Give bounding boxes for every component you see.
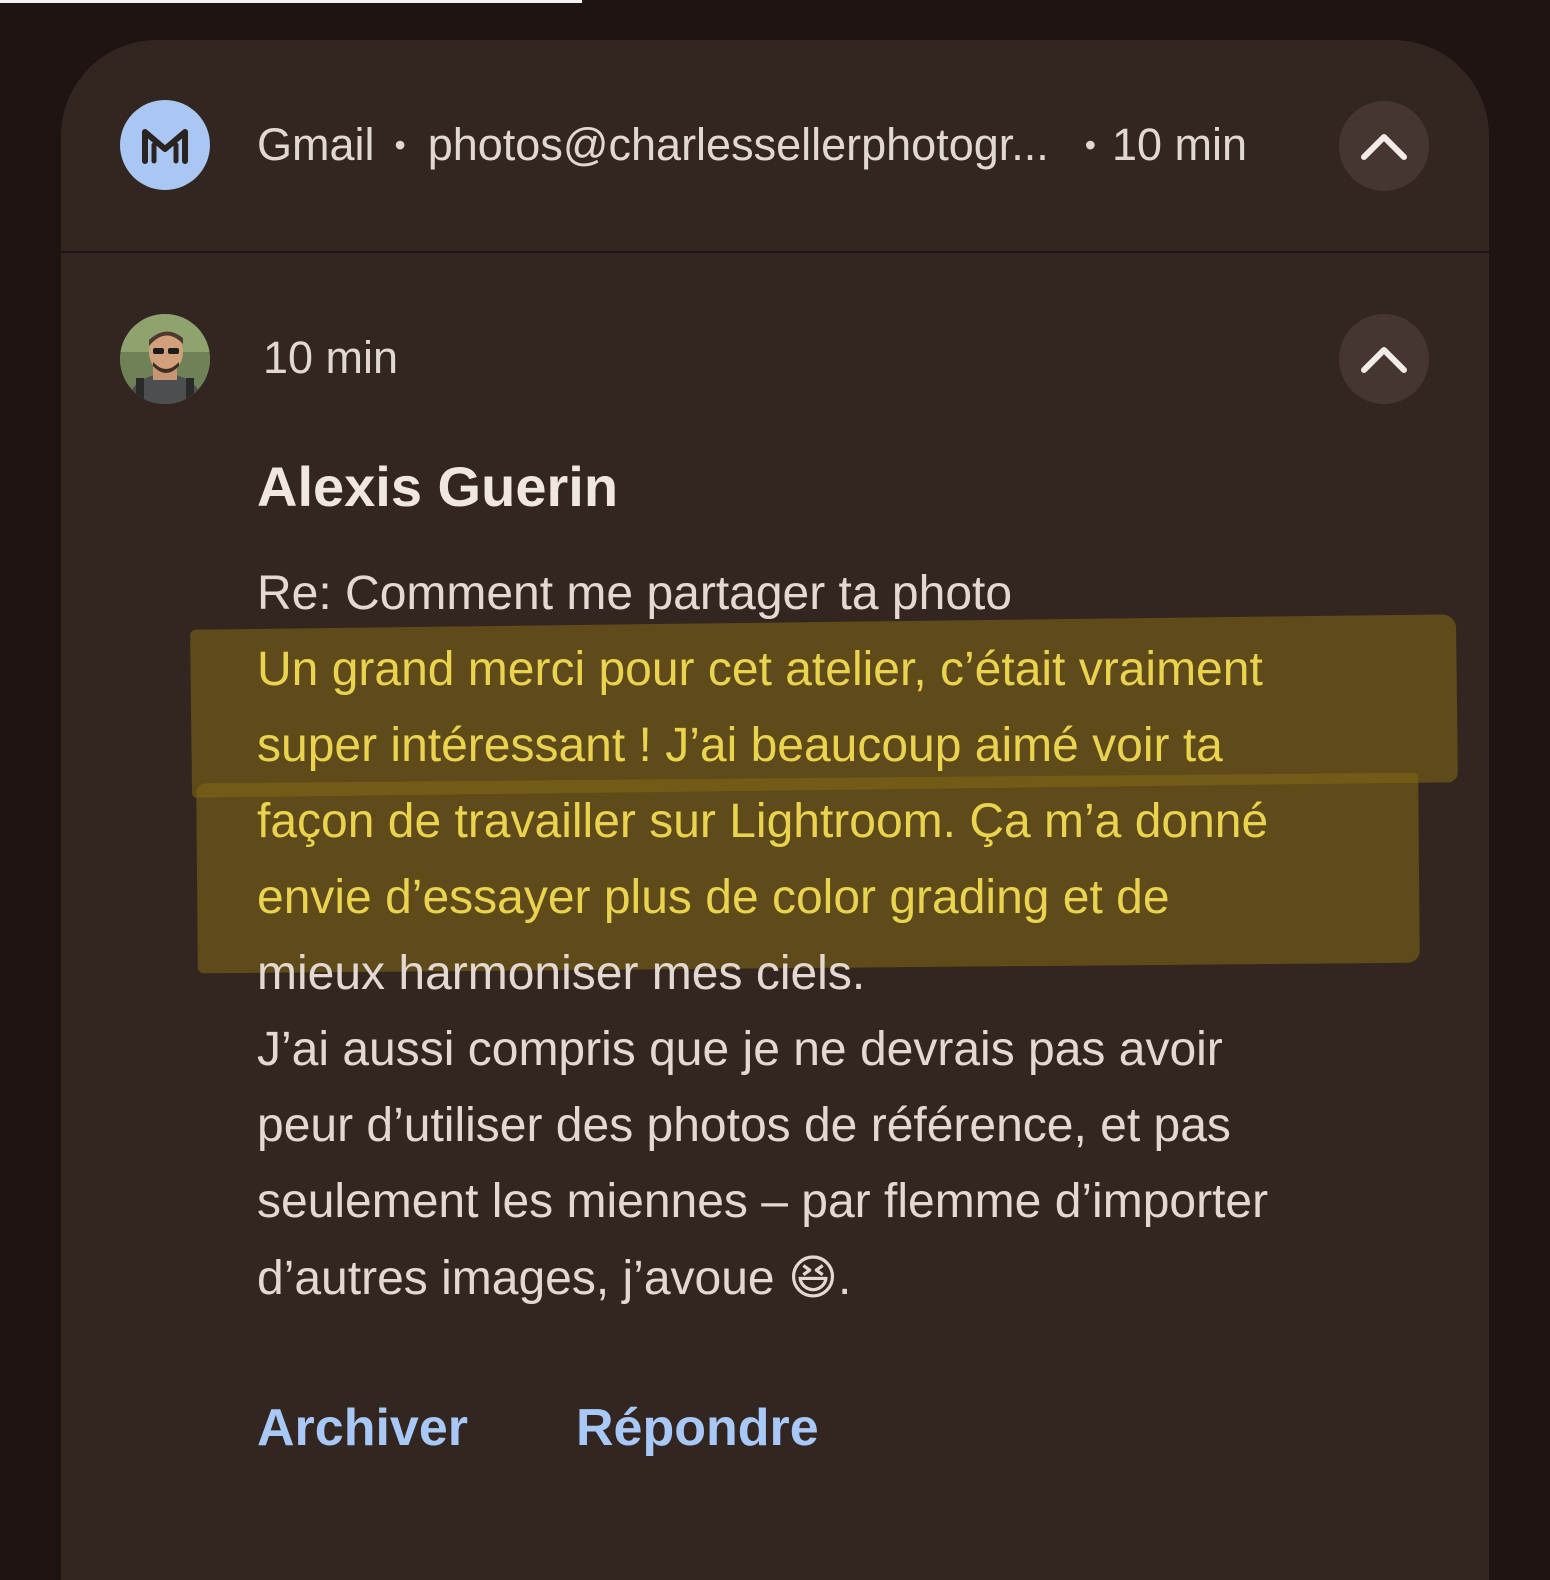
notification-card[interactable]: Gmail • photos@charlessellerphotogr... •…: [61, 40, 1489, 1580]
body-line: J’ai aussi compris que je ne devrais pas…: [257, 1023, 1223, 1076]
reply-button[interactable]: Répondre: [576, 1396, 819, 1460]
separator-dot: •: [394, 127, 406, 163]
separator-dot: •: [1084, 127, 1096, 163]
highlighted-line: Un grand merci pour cet atelier, c’était…: [257, 643, 1263, 696]
sender-name: Alexis Guerin: [257, 455, 619, 518]
laughing-emoji-icon: 😆: [787, 1250, 839, 1306]
message-body: Re: Comment me partager ta photo Un gran…: [257, 556, 1447, 1317]
highlighted-line: façon de travailler sur Lightroom. Ça m’…: [257, 795, 1269, 848]
body-line: mieux harmoniser mes ciels.: [257, 947, 866, 1000]
message-subject: Re: Comment me partager ta photo: [257, 567, 1013, 620]
body-line: seulement les miennes – par flemme d’imp…: [257, 1175, 1269, 1228]
chevron-up-icon: [1361, 347, 1407, 373]
notification-header-text: Gmail • photos@charlessellerphotogr... •…: [257, 118, 1247, 172]
account-address: photos@charlessellerphotogr...: [427, 119, 1049, 170]
app-name: Gmail: [257, 119, 375, 170]
notification-header[interactable]: Gmail • photos@charlessellerphotogr... •…: [61, 40, 1489, 251]
highlighted-line: super intéressant ! J’ai beaucoup aimé v…: [257, 719, 1223, 772]
notification-actions: Archiver Répondre: [257, 1396, 819, 1460]
highlighted-line: envie d’essayer plus de color grading et…: [257, 871, 1170, 924]
collapse-notification-button[interactable]: [1339, 101, 1429, 191]
status-bar-edge: [0, 0, 582, 3]
avatar: [120, 314, 210, 404]
collapse-message-button[interactable]: [1339, 314, 1429, 404]
notification-time: 10 min: [1111, 119, 1248, 170]
header-divider: [61, 251, 1489, 253]
archive-button[interactable]: Archiver: [257, 1396, 468, 1460]
gmail-m-icon: [120, 100, 210, 190]
body-line: peur d’utiliser des photos de référence,…: [257, 1099, 1231, 1152]
body-line-text: d’autres images, j’avoue: [257, 1252, 775, 1305]
body-line-period: .: [838, 1252, 852, 1305]
message-time: 10 min: [263, 332, 399, 383]
chevron-up-icon: [1361, 134, 1407, 160]
body-line: d’autres images, j’avoue 😆.: [257, 1240, 1447, 1317]
